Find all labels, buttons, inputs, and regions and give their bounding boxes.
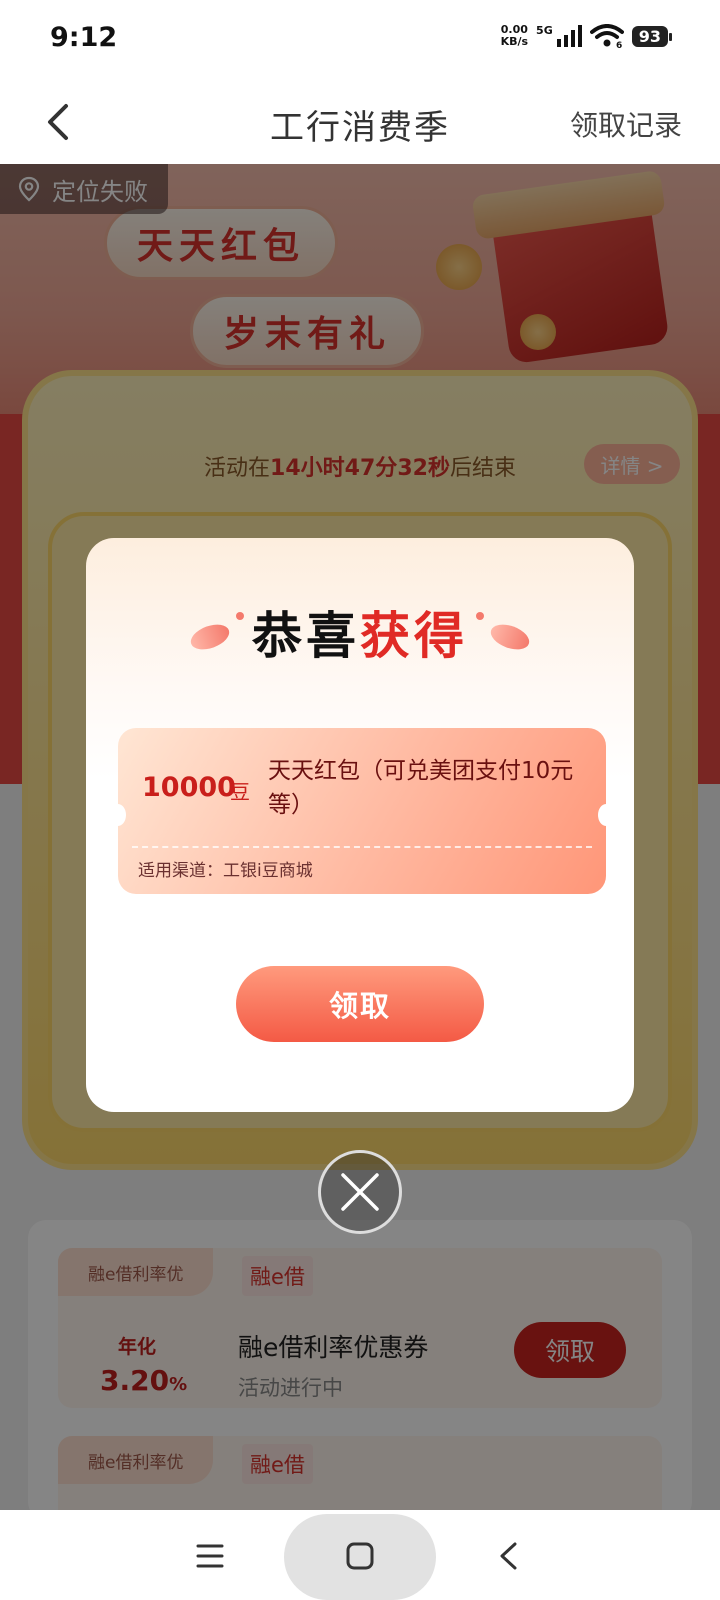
signal-icon bbox=[556, 25, 582, 47]
menu-icon[interactable] bbox=[190, 1536, 230, 1576]
reward-modal: 恭喜获得 10000 豆 天天红包（可兑美团支付10元等） 适用渠道：工银i豆商… bbox=[86, 538, 634, 1112]
status-time: 9:12 bbox=[50, 22, 118, 53]
close-modal-button[interactable] bbox=[318, 1150, 402, 1234]
claim-reward-button[interactable]: 领取 bbox=[236, 966, 484, 1042]
wifi-badge: 6 bbox=[616, 41, 622, 48]
ticket-divider bbox=[132, 846, 592, 848]
battery-indicator: 93 bbox=[631, 25, 673, 47]
prize-description: 天天红包（可兑美团支付10元等） bbox=[268, 758, 574, 818]
prize-channel: 适用渠道：工银i豆商城 bbox=[138, 861, 313, 881]
status-bar: 9:12 0.00 KB/s 5G 6 93 bbox=[0, 0, 720, 80]
ticket-notch bbox=[110, 804, 126, 826]
system-nav-bar bbox=[0, 1510, 720, 1600]
prize-unit: 豆 bbox=[230, 780, 250, 804]
status-icons: 0.00 KB/s 5G 6 93 bbox=[501, 23, 673, 48]
home-icon[interactable] bbox=[340, 1536, 380, 1576]
close-icon bbox=[341, 1173, 379, 1211]
network-type: 5G bbox=[536, 23, 553, 37]
prize-ticket: 10000 豆 天天红包（可兑美团支付10元等） 适用渠道：工银i豆商城 bbox=[110, 728, 614, 894]
ticket-notch bbox=[598, 804, 614, 826]
modal-title: 恭喜获得 bbox=[252, 607, 468, 665]
back-nav-icon[interactable] bbox=[490, 1536, 530, 1576]
wifi-icon: 6 bbox=[589, 24, 624, 48]
prize-amount: 10000 bbox=[142, 772, 236, 803]
network-speed: 0.00 KB/s bbox=[501, 24, 528, 48]
network-speed-unit: KB/s bbox=[500, 35, 529, 48]
title-bar: 工行消费季 领取记录 bbox=[0, 80, 720, 164]
claim-records-link[interactable]: 领取记录 bbox=[570, 104, 682, 144]
